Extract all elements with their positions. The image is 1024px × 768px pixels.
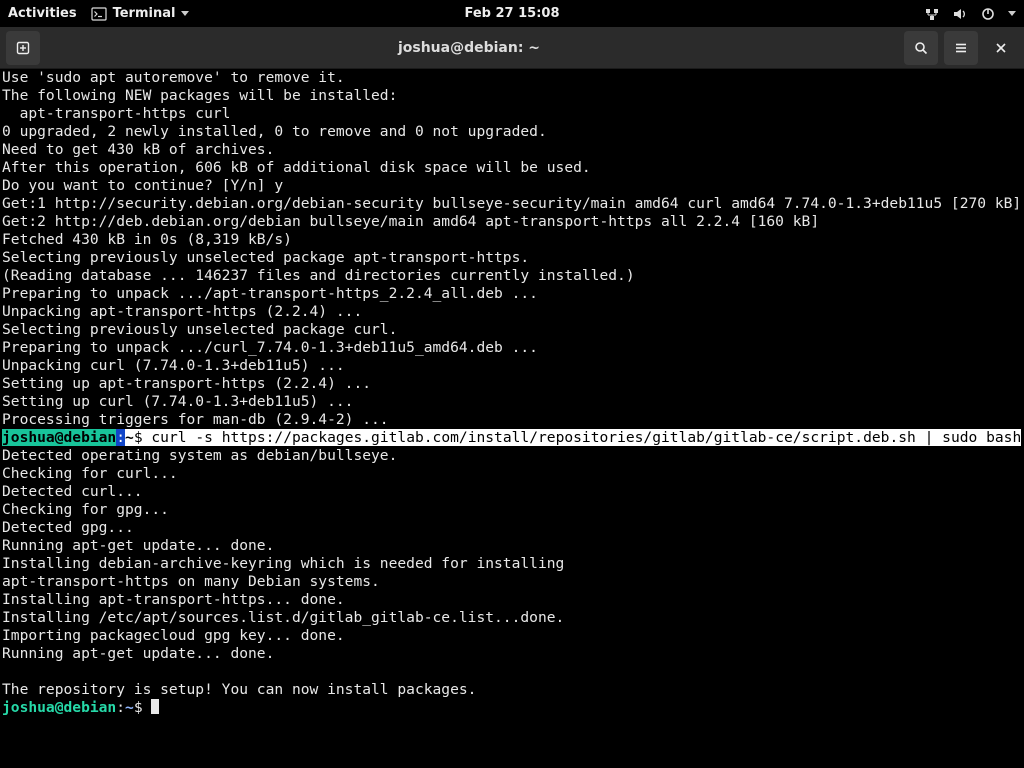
search-button[interactable] — [904, 31, 938, 65]
window-titlebar: joshua@debian: ~ — [0, 27, 1024, 69]
network-icon — [924, 6, 940, 22]
prompt-colon: : — [116, 429, 125, 446]
prompt-command: $ curl -s https://packages.gitlab.com/in… — [134, 429, 1021, 446]
highlighted-command-line: joshua@debian:~$ curl -s https://package… — [2, 429, 1022, 447]
chevron-down-icon — [181, 11, 189, 16]
terminal-viewport[interactable]: Use 'sudo apt autoremove' to remove it. … — [0, 69, 1024, 719]
terminal-output: Detected operating system as debian/bull… — [2, 447, 1022, 699]
current-prompt-line: joshua@debian:~$ — [2, 699, 1022, 717]
power-icon — [980, 6, 996, 22]
terminal-icon — [91, 6, 107, 22]
hamburger-menu-button[interactable] — [944, 31, 978, 65]
terminal-output: Use 'sudo apt autoremove' to remove it. … — [2, 69, 1022, 429]
activities-button[interactable]: Activities — [8, 6, 77, 21]
current-app-menu[interactable]: Terminal — [91, 6, 190, 22]
gnome-topbar: Activities Terminal Feb 27 15:08 — [0, 0, 1024, 27]
prompt-userhost: joshua@debian — [2, 699, 116, 716]
window-title: joshua@debian: ~ — [40, 40, 898, 56]
prompt-path: ~ — [125, 699, 134, 716]
prompt-dollar: $ — [134, 699, 152, 716]
system-status-area[interactable] — [924, 6, 1016, 22]
cursor — [151, 699, 159, 714]
prompt-colon: : — [116, 699, 125, 716]
current-app-label: Terminal — [113, 6, 176, 21]
prompt-path: ~ — [125, 429, 134, 446]
prompt-userhost: joshua@debian — [2, 429, 116, 446]
chevron-down-icon — [1008, 11, 1016, 16]
new-tab-button[interactable] — [6, 31, 40, 65]
volume-icon — [952, 6, 968, 22]
close-button[interactable] — [984, 31, 1018, 65]
